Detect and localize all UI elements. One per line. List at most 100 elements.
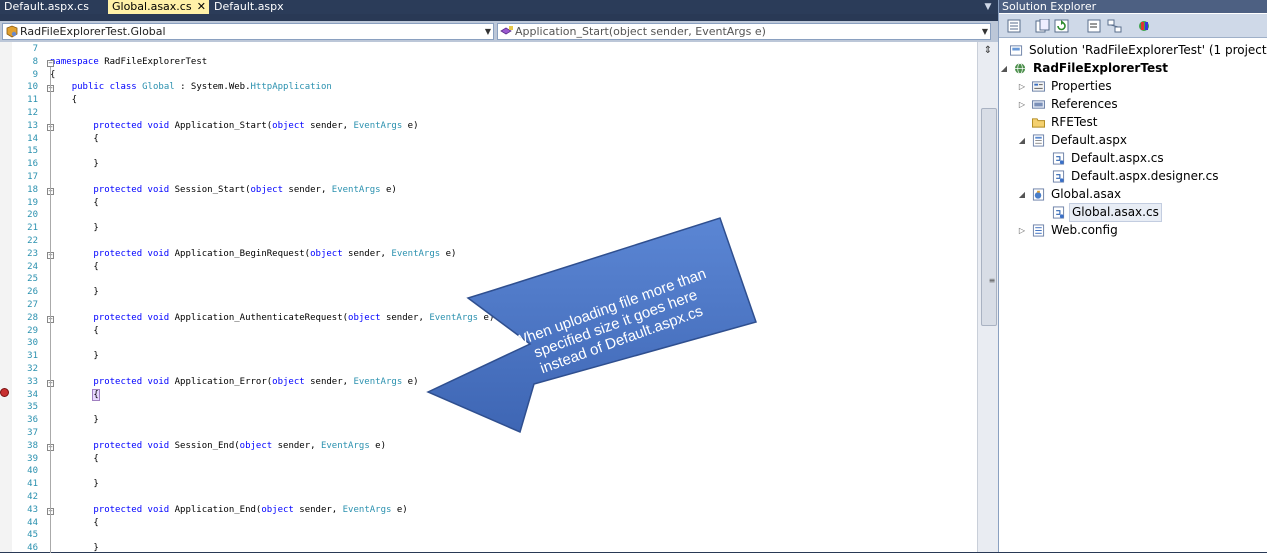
breakpoint-margin[interactable] [0,42,12,552]
tab-dropdown-icon[interactable]: ▼ [979,0,997,14]
tree-item-label: RadFileExplorerTest [1033,61,1168,75]
code-line[interactable]: { [50,326,98,336]
tree-item-global-asax[interactable]: ◢ Global.asax [1017,186,1254,203]
line-number: 34 [27,389,38,400]
line-number: 29 [27,325,38,336]
collapse-icon[interactable]: − [47,59,54,67]
tree-item-default-aspx[interactable]: ◢ Default.aspx [1017,132,1254,149]
close-icon[interactable]: ✕ [197,0,206,14]
dropdown-arrow-icon: ▼ [981,27,988,36]
splitter-icon[interactable]: ⇕ [981,44,995,58]
line-number: 17 [27,172,38,182]
line-number: 9 [32,69,38,80]
copy-web-site-icon[interactable] [1137,19,1152,33]
line-number: 22 [27,236,38,246]
show-all-files-icon[interactable] [1035,19,1050,33]
tab-global-asax-cs[interactable]: Global.asax.cs ✕ [108,0,209,14]
line-number: 40 [27,466,38,477]
line-number: 8 [32,56,38,67]
expander-icon[interactable]: ◢ [1017,186,1027,203]
code-line[interactable]: { [50,262,98,272]
line-number: 41 [27,479,38,490]
code-line[interactable]: public class Global : System.Web.HttpApp… [50,82,332,92]
code-line[interactable]: } [50,223,98,233]
grip-icon: ≡ [988,276,996,285]
code-line[interactable]: { [50,198,98,208]
line-number: 28 [27,312,38,323]
vertical-scrollbar[interactable]: ⇕ ≡ [977,42,999,552]
member-combo[interactable]: Application_Start(object sender, EventAr… [497,23,991,40]
code-line[interactable]: } [50,351,98,361]
tree-item-label: References [1051,97,1118,111]
properties-toolbar-icon[interactable] [1007,19,1022,33]
tab-default-aspx-cs[interactable]: Default.aspx.cs [0,0,108,14]
tree-item-global-asax-cs[interactable]: Global.asax.cs [1037,203,1254,222]
line-number: 25 [27,274,38,285]
tree-item-default-aspx-cs[interactable]: Default.aspx.cs [1037,150,1254,167]
tree-item-label: Global.asax [1051,187,1122,201]
tree-item-label: Global.asax.cs [1069,203,1162,222]
line-number: 14 [27,133,38,144]
tree-item-references[interactable]: ▷ References [1017,96,1254,113]
line-number: 11 [27,95,38,106]
line-number: 31 [27,351,38,362]
code-line[interactable]: { [50,388,100,401]
expander-icon[interactable]: ▷ [1017,222,1027,239]
code-line[interactable]: { [50,454,98,464]
code-line[interactable]: protected void Application_BeginRequest(… [50,249,456,259]
code-line[interactable]: } [50,287,98,297]
tree-item-label: RFETest [1051,115,1098,129]
code-line[interactable]: protected void Application_End(object se… [50,505,407,515]
line-number: 12 [27,108,38,118]
code-line[interactable]: } [50,159,98,169]
refresh-icon[interactable] [1054,19,1069,33]
config-file-icon [1032,224,1045,237]
class-diagram-icon[interactable] [1107,19,1122,33]
code-line[interactable]: } [50,415,98,425]
dropdown-arrow-icon: ▼ [484,27,491,36]
tree-item-default-aspx-designer-cs[interactable]: Default.aspx.designer.cs [1037,168,1254,185]
tree-item-solution-radfileexplorertest-1-project[interactable]: Solution 'RadFileExplorerTest' (1 projec… [995,42,1267,59]
code-line[interactable]: protected void Application_Start(object … [50,121,418,131]
line-number: 44 [27,517,38,528]
expander-icon[interactable]: ◢ [1017,132,1027,149]
code-line[interactable]: { [50,95,77,105]
solution-explorer-title: Solution Explorer [999,0,1267,13]
navigation-bar: RadFileExplorerTest.Global ▼ Application… [0,21,998,42]
line-number: 26 [27,287,38,298]
class-icon [6,25,18,38]
tab-default-aspx[interactable]: Default.aspx [210,0,286,14]
expander-icon[interactable]: ◢ [999,60,1009,77]
view-code-icon[interactable] [1087,19,1102,33]
class-combo-value: RadFileExplorerTest.Global [20,25,166,38]
code-line[interactable]: } [50,479,98,489]
tree-item-web-config[interactable]: ▷ Web.config [1017,222,1254,239]
line-number: 33 [27,376,38,387]
breakpoint-icon[interactable] [0,388,9,397]
code-line[interactable]: { [50,518,98,528]
tree-item-properties[interactable]: ▷ Properties [1017,78,1254,95]
line-number: 23 [27,248,38,259]
cs-file-icon [1052,206,1065,219]
line-number: 13 [27,120,38,131]
class-combo[interactable]: RadFileExplorerTest.Global ▼ [2,23,494,40]
code-line[interactable]: { [50,134,98,144]
code-line[interactable]: protected void Application_Error(object … [50,377,418,387]
tree-item-radfileexplorertest[interactable]: ◢ RadFileExplorerTest [999,60,1254,77]
code-line[interactable]: protected void Session_End(object sender… [50,441,386,451]
scrollbar-thumb[interactable]: ≡ [981,108,997,326]
line-number: 32 [27,364,38,374]
references-icon [1032,100,1045,109]
code-line[interactable]: protected void Session_Start(object send… [50,185,396,195]
line-number: 16 [27,159,38,170]
line-number: 24 [27,261,38,272]
line-number: 19 [27,197,38,208]
folder-icon [1032,118,1045,128]
expander-icon[interactable]: ▷ [1017,96,1027,113]
solution-explorer-toolbar [999,14,1267,38]
tree-item-label: Properties [1051,79,1112,93]
code-line[interactable]: namespace RadFileExplorerTest [50,57,207,67]
expander-icon[interactable]: ▷ [1017,78,1027,95]
tree-item-rfetest[interactable]: RFETest [1017,114,1254,131]
asax-file-icon [1032,188,1045,201]
